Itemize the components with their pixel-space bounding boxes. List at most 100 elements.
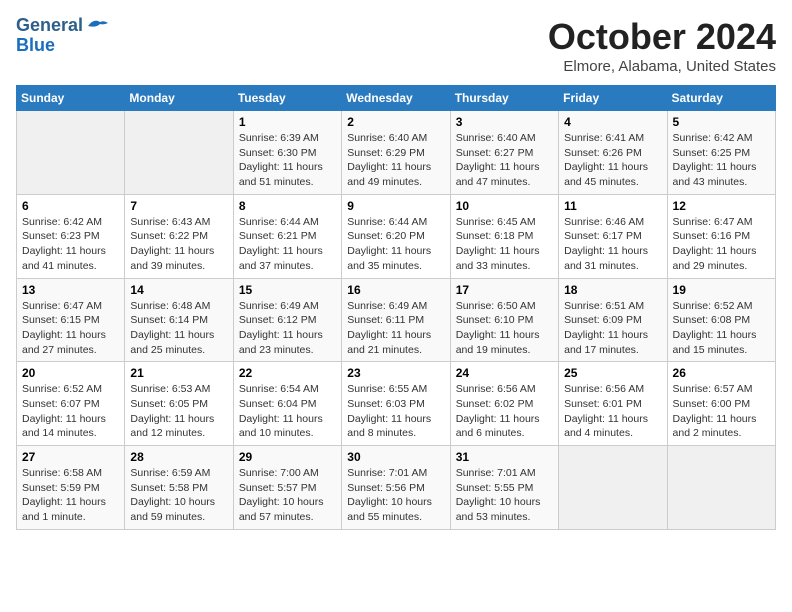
day-number: 11 bbox=[564, 199, 661, 213]
weekday-header-wednesday: Wednesday bbox=[342, 86, 450, 111]
calendar-cell: 6Sunrise: 6:42 AMSunset: 6:23 PMDaylight… bbox=[17, 194, 125, 278]
day-info: Sunrise: 7:00 AMSunset: 5:57 PMDaylight:… bbox=[239, 466, 336, 525]
calendar-cell: 7 Sunrise: 6:43 AMSunset: 6:22 PMDaylight… bbox=[125, 194, 233, 278]
calendar-cell: 12 Sunrise: 6:47 AMSunset: 6:16 PMDayligh… bbox=[667, 194, 775, 278]
day-number: 27 bbox=[22, 450, 119, 464]
day-info: Sunrise: 6:58 AMSunset: 5:59 PMDaylight:… bbox=[22, 466, 119, 525]
day-number: 10 bbox=[456, 199, 553, 213]
day-number: 21 bbox=[130, 366, 227, 380]
weekday-header-tuesday: Tuesday bbox=[233, 86, 341, 111]
calendar-table: SundayMondayTuesdayWednesdayThursdayFrid… bbox=[16, 85, 776, 530]
day-number: 9 bbox=[347, 199, 444, 213]
day-number: 7 bbox=[130, 199, 227, 213]
calendar-cell: 26 Sunrise: 6:57 AMSunset: 6:00 PMDayligh… bbox=[667, 362, 775, 446]
logo-blue: Blue bbox=[16, 36, 108, 56]
day-number: 1 bbox=[239, 115, 336, 129]
day-info: Sunrise: 6:40 AMSunset: 6:27 PMDaylight:… bbox=[456, 131, 553, 190]
day-info: Sunrise: 6:47 AMSunset: 6:16 PMDaylight:… bbox=[673, 215, 770, 274]
calendar-cell: 9 Sunrise: 6:44 AMSunset: 6:20 PMDaylight… bbox=[342, 194, 450, 278]
day-number: 5 bbox=[673, 115, 770, 129]
day-number: 3 bbox=[456, 115, 553, 129]
day-number: 14 bbox=[130, 283, 227, 297]
day-info: Sunrise: 6:57 AMSunset: 6:00 PMDaylight:… bbox=[673, 382, 770, 441]
day-info: Sunrise: 6:55 AMSunset: 6:03 PMDaylight:… bbox=[347, 382, 444, 441]
day-number: 4 bbox=[564, 115, 661, 129]
calendar-cell: 16 Sunrise: 6:49 AMSunset: 6:11 PMDayligh… bbox=[342, 278, 450, 362]
day-number: 15 bbox=[239, 283, 336, 297]
subtitle: Elmore, Alabama, United States bbox=[548, 58, 776, 75]
day-info: Sunrise: 7:01 AMSunset: 5:56 PMDaylight:… bbox=[347, 466, 444, 525]
calendar-cell: 29 Sunrise: 7:00 AMSunset: 5:57 PMDayligh… bbox=[233, 446, 341, 530]
week-row-2: 6Sunrise: 6:42 AMSunset: 6:23 PMDaylight… bbox=[17, 194, 776, 278]
day-number: 13 bbox=[22, 283, 119, 297]
day-number: 17 bbox=[456, 283, 553, 297]
calendar-cell: 24 Sunrise: 6:56 AMSunset: 6:02 PMDayligh… bbox=[450, 362, 558, 446]
calendar-cell: 20 Sunrise: 6:52 AMSunset: 6:07 PMDayligh… bbox=[17, 362, 125, 446]
calendar-cell: 23 Sunrise: 6:55 AMSunset: 6:03 PMDayligh… bbox=[342, 362, 450, 446]
day-info: Sunrise: 6:49 AMSunset: 6:11 PMDaylight:… bbox=[347, 299, 444, 358]
logo-general: General bbox=[16, 16, 108, 36]
day-number: 23 bbox=[347, 366, 444, 380]
day-number: 16 bbox=[347, 283, 444, 297]
calendar-cell: 31 Sunrise: 7:01 AMSunset: 5:55 PMDayligh… bbox=[450, 446, 558, 530]
calendar-cell: 5 Sunrise: 6:42 AMSunset: 6:25 PMDaylight… bbox=[667, 111, 775, 195]
day-number: 26 bbox=[673, 366, 770, 380]
week-row-3: 13 Sunrise: 6:47 AMSunset: 6:15 PMDayligh… bbox=[17, 278, 776, 362]
day-info: Sunrise: 6:54 AMSunset: 6:04 PMDaylight:… bbox=[239, 382, 336, 441]
day-number: 29 bbox=[239, 450, 336, 464]
calendar-cell bbox=[17, 111, 125, 195]
day-number: 20 bbox=[22, 366, 119, 380]
day-info: Sunrise: 6:52 AMSunset: 6:07 PMDaylight:… bbox=[22, 382, 119, 441]
weekday-header-sunday: Sunday bbox=[17, 86, 125, 111]
week-row-4: 20 Sunrise: 6:52 AMSunset: 6:07 PMDayligh… bbox=[17, 362, 776, 446]
calendar-cell: 1 Sunrise: 6:39 AMSunset: 6:30 PMDaylight… bbox=[233, 111, 341, 195]
day-info: Sunrise: 6:42 AMSunset: 6:23 PMDaylight:… bbox=[22, 215, 119, 274]
weekday-header-monday: Monday bbox=[125, 86, 233, 111]
day-info: Sunrise: 7:01 AMSunset: 5:55 PMDaylight:… bbox=[456, 466, 553, 525]
day-info: Sunrise: 6:59 AMSunset: 5:58 PMDaylight:… bbox=[130, 466, 227, 525]
calendar-cell: 11Sunrise: 6:46 AMSunset: 6:17 PMDayligh… bbox=[559, 194, 667, 278]
day-info: Sunrise: 6:39 AMSunset: 6:30 PMDaylight:… bbox=[239, 131, 336, 190]
day-number: 18 bbox=[564, 283, 661, 297]
page-header: General Blue October 2024 Elmore, Alabam… bbox=[16, 16, 776, 75]
day-info: Sunrise: 6:56 AMSunset: 6:02 PMDaylight:… bbox=[456, 382, 553, 441]
day-info: Sunrise: 6:50 AMSunset: 6:10 PMDaylight:… bbox=[456, 299, 553, 358]
weekday-header-thursday: Thursday bbox=[450, 86, 558, 111]
week-row-1: 1 Sunrise: 6:39 AMSunset: 6:30 PMDaylight… bbox=[17, 111, 776, 195]
day-info: Sunrise: 6:41 AMSunset: 6:26 PMDaylight:… bbox=[564, 131, 661, 190]
day-info: Sunrise: 6:48 AMSunset: 6:14 PMDaylight:… bbox=[130, 299, 227, 358]
day-info: Sunrise: 6:44 AMSunset: 6:21 PMDaylight:… bbox=[239, 215, 336, 274]
day-info: Sunrise: 6:51 AMSunset: 6:09 PMDaylight:… bbox=[564, 299, 661, 358]
calendar-cell: 2Sunrise: 6:40 AMSunset: 6:29 PMDaylight… bbox=[342, 111, 450, 195]
calendar-cell bbox=[125, 111, 233, 195]
calendar-cell: 4 Sunrise: 6:41 AMSunset: 6:26 PMDaylight… bbox=[559, 111, 667, 195]
day-number: 22 bbox=[239, 366, 336, 380]
day-info: Sunrise: 6:47 AMSunset: 6:15 PMDaylight:… bbox=[22, 299, 119, 358]
day-number: 31 bbox=[456, 450, 553, 464]
header-row: SundayMondayTuesdayWednesdayThursdayFrid… bbox=[17, 86, 776, 111]
day-info: Sunrise: 6:43 AMSunset: 6:22 PMDaylight:… bbox=[130, 215, 227, 274]
week-row-5: 27 Sunrise: 6:58 AMSunset: 5:59 PMDayligh… bbox=[17, 446, 776, 530]
day-number: 12 bbox=[673, 199, 770, 213]
calendar-cell: 27 Sunrise: 6:58 AMSunset: 5:59 PMDayligh… bbox=[17, 446, 125, 530]
title-block: October 2024 Elmore, Alabama, United Sta… bbox=[548, 16, 776, 75]
calendar-cell: 21 Sunrise: 6:53 AMSunset: 6:05 PMDayligh… bbox=[125, 362, 233, 446]
day-info: Sunrise: 6:52 AMSunset: 6:08 PMDaylight:… bbox=[673, 299, 770, 358]
day-number: 30 bbox=[347, 450, 444, 464]
calendar-cell: 8Sunrise: 6:44 AMSunset: 6:21 PMDaylight… bbox=[233, 194, 341, 278]
calendar-cell: 13 Sunrise: 6:47 AMSunset: 6:15 PMDayligh… bbox=[17, 278, 125, 362]
logo: General Blue bbox=[16, 16, 108, 56]
main-title: October 2024 bbox=[548, 16, 776, 58]
calendar-cell: 14 Sunrise: 6:48 AMSunset: 6:14 PMDayligh… bbox=[125, 278, 233, 362]
day-info: Sunrise: 6:42 AMSunset: 6:25 PMDaylight:… bbox=[673, 131, 770, 190]
day-info: Sunrise: 6:44 AMSunset: 6:20 PMDaylight:… bbox=[347, 215, 444, 274]
calendar-cell: 22 Sunrise: 6:54 AMSunset: 6:04 PMDayligh… bbox=[233, 362, 341, 446]
calendar-cell: 15Sunrise: 6:49 AMSunset: 6:12 PMDayligh… bbox=[233, 278, 341, 362]
day-info: Sunrise: 6:40 AMSunset: 6:29 PMDaylight:… bbox=[347, 131, 444, 190]
calendar-cell: 10Sunrise: 6:45 AMSunset: 6:18 PMDayligh… bbox=[450, 194, 558, 278]
calendar-cell: 17 Sunrise: 6:50 AMSunset: 6:10 PMDayligh… bbox=[450, 278, 558, 362]
calendar-cell: 18 Sunrise: 6:51 AMSunset: 6:09 PMDayligh… bbox=[559, 278, 667, 362]
logo-bird-icon bbox=[86, 18, 108, 34]
day-number: 24 bbox=[456, 366, 553, 380]
day-info: Sunrise: 6:53 AMSunset: 6:05 PMDaylight:… bbox=[130, 382, 227, 441]
